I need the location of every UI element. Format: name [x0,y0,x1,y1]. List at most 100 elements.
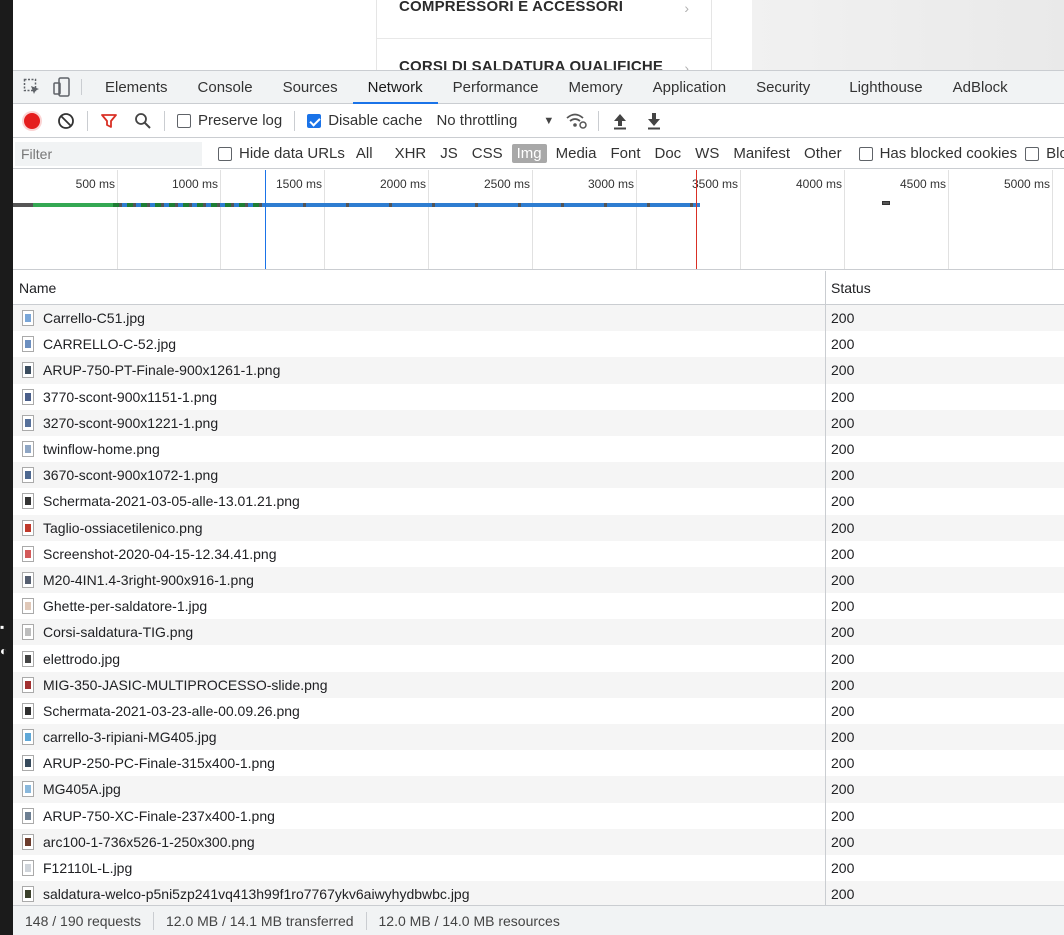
filter-type-xhr[interactable]: XHR [390,144,432,163]
toolbar-divider [87,110,88,131]
table-row[interactable]: Corsi-saldatura-TIG.png 200 [13,619,1064,646]
table-row[interactable]: Ghette-per-saldatore-1.jpg 200 [13,593,1064,620]
table-row[interactable]: ARUP-750-XC-Finale-237x400-1.png 200 [13,802,1064,829]
table-row[interactable]: saldatura-welco-p5ni5zp241vq413h99f1ro77… [13,881,1064,908]
request-name: carrello-3-ripiani-MG405.jpg [43,729,217,746]
request-name-cell[interactable]: M20-4IN1.4-3right-900x916-1.png [13,566,826,594]
request-name-cell[interactable]: ARUP-750-XC-Finale-237x400-1.png [13,802,826,829]
hide-data-urls-label: Hide data URLs [239,145,345,162]
timeline-gridline [428,170,429,269]
hide-data-urls-box[interactable] [218,146,232,161]
import-har-button[interactable] [603,104,637,138]
filter-toggle-button[interactable] [92,104,126,138]
filter-type-css[interactable]: CSS [467,144,508,163]
request-name-cell[interactable]: 3770-scont-900x1151-1.png [13,383,826,410]
toolbar-divider [164,110,165,131]
request-name-cell[interactable]: Screenshot-2020-04-15-12.34.41.png [13,540,826,567]
tab-network[interactable]: Network [352,71,438,104]
tab-application[interactable]: Application [638,71,741,103]
tab-console[interactable]: Console [183,71,268,103]
request-name-cell[interactable]: 3270-scont-900x1221-1.png [13,409,826,436]
table-row[interactable]: carrello-3-ripiani-MG405.jpg 200 [13,724,1064,751]
table-row[interactable]: MIG-350-JASIC-MULTIPROCESSO-slide.png 200 [13,671,1064,698]
tab-security[interactable]: Security [741,71,825,103]
tab-memory[interactable]: Memory [554,71,638,103]
request-name-cell[interactable]: MIG-350-JASIC-MULTIPROCESSO-slide.png [13,671,826,698]
disable-cache-checkbox[interactable]: Disable cache [307,112,422,129]
filter-type-ws[interactable]: WS [690,144,724,163]
request-name-cell[interactable]: Ghette-per-saldatore-1.jpg [13,593,826,620]
clear-button[interactable] [49,104,83,138]
timeline-request-bar [113,203,263,207]
page-menu-item-compressori[interactable]: COMPRESSORI E ACCESSORI [399,0,623,15]
search-button[interactable] [126,104,160,138]
hide-data-urls-checkbox[interactable]: Hide data URLs [218,145,345,162]
request-name-cell[interactable]: MG405A.jpg [13,776,826,803]
network-conditions-button[interactable] [560,104,594,138]
inspect-element-icon[interactable] [17,71,47,103]
table-row[interactable]: Taglio-ossiacetilenico.png 200 [13,514,1064,541]
filter-type-font[interactable]: Font [605,144,645,163]
blocked-requests-checkbox[interactable]: Bloc [1025,145,1064,162]
export-har-button[interactable] [637,104,671,138]
table-row[interactable]: Carrello-C51.jpg 200 [13,305,1064,332]
table-row[interactable]: ARUP-250-PC-Finale-315x400-1.png 200 [13,750,1064,777]
table-row[interactable]: CARRELLO-C-52.jpg 200 [13,331,1064,358]
timeline-overview[interactable]: 500 ms 1000 ms 1500 ms 2000 ms 2500 ms 3… [13,170,1064,270]
tab-elements[interactable]: Elements [90,71,183,103]
tab-lighthouse[interactable]: Lighthouse [834,71,937,103]
request-name-cell[interactable]: twinflow-home.png [13,435,826,463]
record-button[interactable] [15,104,49,138]
request-name-cell[interactable]: carrello-3-ripiani-MG405.jpg [13,724,826,751]
request-name-cell[interactable]: arc100-1-736x526-1-250x300.png [13,828,826,855]
filter-input[interactable] [15,141,202,166]
request-name-cell[interactable]: Carrello-C51.jpg [13,305,826,332]
filter-type-js[interactable]: JS [435,144,463,163]
table-row[interactable]: twinflow-home.png 200 [13,435,1064,463]
table-row[interactable]: MG405A.jpg 200 [13,776,1064,803]
timeline-tick-label: 1000 ms [171,177,218,191]
preserve-log-box[interactable] [177,113,191,128]
request-name-cell[interactable]: Schermata-2021-03-05-alle-13.01.21.png [13,488,826,515]
request-name-cell[interactable]: 3670-scont-900x1072-1.png [13,462,826,489]
page-menu-item-corsi[interactable]: CORSI DI SALDATURA QUALIFICHE [399,58,663,70]
column-header-status[interactable]: Status [826,271,1064,304]
request-name-cell[interactable]: F12110L-L.jpg [13,854,826,882]
device-toolbar-icon[interactable] [47,71,77,103]
request-name-cell[interactable]: CARRELLO-C-52.jpg [13,331,826,358]
request-name-cell[interactable]: saldatura-welco-p5ni5zp241vq413h99f1ro77… [13,881,826,908]
table-row[interactable]: 3670-scont-900x1072-1.png 200 [13,462,1064,489]
throttling-select[interactable]: No throttling ▼ [436,112,554,129]
filter-type-all[interactable]: All [351,144,378,163]
disable-cache-box[interactable] [307,113,322,128]
request-name-cell[interactable]: Schermata-2021-03-23-alle-00.09.26.png [13,697,826,724]
filter-type-doc[interactable]: Doc [649,144,686,163]
request-name-cell[interactable]: elettrodo.jpg [13,645,826,672]
table-row[interactable]: ARUP-750-PT-Finale-900x1261-1.png 200 [13,357,1064,384]
table-row[interactable]: Schermata-2021-03-05-alle-13.01.21.png 20… [13,488,1064,515]
column-header-name[interactable]: Name [13,271,826,304]
table-row[interactable]: Schermata-2021-03-23-alle-00.09.26.png 20… [13,697,1064,724]
tab-performance[interactable]: Performance [438,71,554,103]
filter-type-media[interactable]: Media [551,144,602,163]
request-name-cell[interactable]: ARUP-250-PC-Finale-315x400-1.png [13,750,826,777]
filter-type-img[interactable]: Img [511,144,547,163]
request-name-cell[interactable]: Taglio-ossiacetilenico.png [13,514,826,541]
tab-sources[interactable]: Sources [268,71,353,103]
tab-adblock[interactable]: AdBlock [938,71,1023,103]
preserve-log-checkbox[interactable]: Preserve log [177,112,282,129]
blocked-requests-box[interactable] [1025,146,1040,161]
filter-type-other[interactable]: Other [799,144,847,163]
table-row[interactable]: arc100-1-736x526-1-250x300.png 200 [13,828,1064,855]
table-row[interactable]: elettrodo.jpg 200 [13,645,1064,672]
table-row[interactable]: F12110L-L.jpg 200 [13,854,1064,882]
table-row[interactable]: M20-4IN1.4-3right-900x916-1.png 200 [13,566,1064,594]
has-blocked-cookies-checkbox[interactable]: Has blocked cookies [858,145,1017,162]
request-name-cell[interactable]: Corsi-saldatura-TIG.png [13,619,826,646]
filter-type-manifest[interactable]: Manifest [728,144,795,163]
table-row[interactable]: 3770-scont-900x1151-1.png 200 [13,383,1064,410]
table-row[interactable]: 3270-scont-900x1221-1.png 200 [13,409,1064,436]
has-blocked-cookies-box[interactable] [858,146,873,161]
table-row[interactable]: Screenshot-2020-04-15-12.34.41.png 200 [13,540,1064,567]
request-name-cell[interactable]: ARUP-750-PT-Finale-900x1261-1.png [13,357,826,384]
